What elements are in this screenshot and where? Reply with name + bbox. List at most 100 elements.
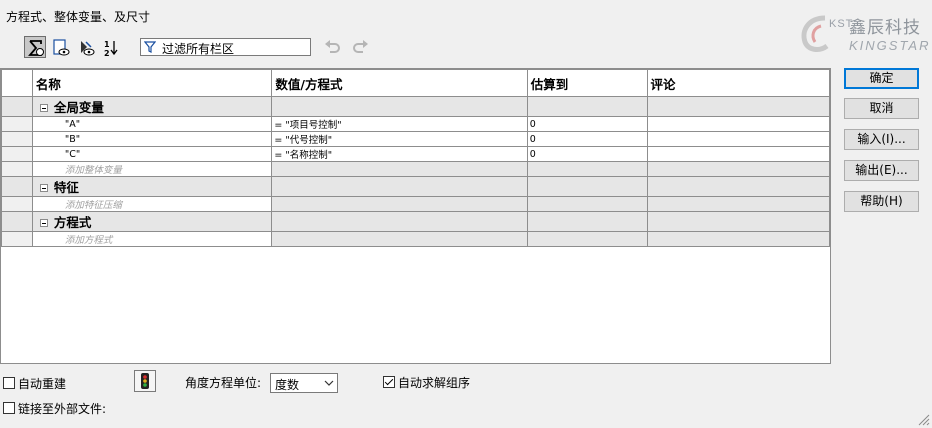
sigma-icon (28, 40, 44, 56)
add-row[interactable]: 添加整体变量 (1, 161, 830, 177)
group-name: 全局变量 (53, 100, 104, 115)
table-row[interactable]: "B" = "代号控制" 0 (1, 131, 830, 147)
svg-text:2: 2 (104, 49, 110, 57)
chevron-down-icon (324, 380, 334, 386)
add-row[interactable]: 添加方程式 (1, 231, 830, 247)
add-placeholder: 添加特征压缩 (64, 200, 122, 211)
filter-input-text: 过滤所有栏区 (162, 42, 235, 56)
link-external-label: 链接至外部文件: (18, 402, 107, 416)
resize-grip-icon[interactable] (916, 412, 930, 426)
equation-view-button[interactable] (24, 36, 46, 58)
table-row[interactable]: "C" = "名称控制" 0 (1, 146, 830, 162)
row-header[interactable] (1, 116, 33, 132)
column-header-comment[interactable]: 评论 (646, 69, 830, 97)
company-logo: KST 鑫辰科技 KINGSTAR (793, 4, 929, 60)
solve-status-button[interactable] (134, 370, 156, 392)
add-cell[interactable]: 添加方程式 (31, 231, 273, 247)
collapse-icon[interactable] (39, 104, 48, 112)
row-header[interactable] (1, 96, 33, 117)
comment-cell[interactable] (646, 146, 830, 162)
equations-grid[interactable]: 名称 数值/方程式 估算到 评论 全局变量 "A" = "项目号控制" 0 "B" = "… (0, 68, 831, 364)
filter-input[interactable]: 过滤所有栏区 (140, 38, 311, 56)
angle-unit-select[interactable]: 度数 (270, 373, 338, 393)
cancel-button[interactable]: 取消 (844, 98, 919, 119)
group-name: 特征 (53, 180, 79, 195)
add-placeholder: 添加整体变量 (64, 165, 122, 176)
logo-mark-icon (801, 15, 829, 52)
add-cell[interactable]: 添加特征压缩 (31, 196, 273, 212)
column-header-value[interactable]: 数值/方程式 (271, 69, 528, 97)
auto-rebuild-label: 自动重建 (18, 377, 67, 391)
row-header[interactable] (1, 196, 33, 212)
logo-name-en: KINGSTAR (849, 38, 931, 53)
help-button[interactable]: 帮助(H) (844, 191, 919, 212)
evaluates-cell: 0 (526, 146, 648, 162)
import-button[interactable]: 输入(I)... (844, 129, 919, 150)
redo-icon[interactable] (351, 39, 369, 55)
group-name-cell[interactable]: 全局变量 (31, 96, 273, 117)
add-row[interactable]: 添加特征压缩 (1, 196, 830, 212)
add-placeholder: 添加方程式 (64, 235, 113, 246)
row-header[interactable] (1, 211, 33, 232)
row-header[interactable] (1, 146, 33, 162)
group-value-cell (271, 176, 528, 197)
value-cell[interactable]: = "代号控制" (271, 131, 528, 147)
add-cell[interactable]: 添加整体变量 (31, 161, 273, 177)
collapse-icon[interactable] (39, 184, 48, 192)
add-evaluates-cell (526, 161, 648, 177)
sheet-view-button[interactable] (49, 36, 71, 58)
auto-solve-checkbox[interactable] (383, 376, 395, 388)
group-evaluates-cell (526, 96, 648, 117)
add-value-cell (271, 196, 528, 212)
grid-corner[interactable] (1, 69, 33, 97)
group-name-cell[interactable]: 特征 (31, 176, 273, 197)
ok-button[interactable]: 确定 (844, 68, 919, 89)
collapse-icon[interactable] (39, 219, 48, 227)
row-header[interactable] (1, 161, 33, 177)
group-row[interactable]: 全局变量 (1, 96, 830, 117)
comment-cell[interactable] (646, 131, 830, 147)
add-evaluates-cell (526, 196, 648, 212)
row-header[interactable] (1, 231, 33, 247)
evaluates-cell: 0 (526, 131, 648, 147)
evaluates-cell: 0 (526, 116, 648, 132)
table-row[interactable]: "A" = "项目号控制" 0 (1, 116, 830, 132)
comment-cell[interactable] (646, 116, 830, 132)
add-evaluates-cell (526, 231, 648, 247)
group-row[interactable]: 方程式 (1, 211, 830, 232)
auto-rebuild-checkbox[interactable] (3, 377, 15, 389)
dependency-view-button[interactable] (74, 36, 96, 58)
svg-text:1: 1 (104, 40, 110, 49)
traffic-light-icon (141, 373, 149, 389)
dependency-eye-icon (81, 41, 95, 56)
variable-name-cell[interactable]: "C" (31, 146, 273, 162)
column-header-name[interactable]: 名称 (31, 69, 273, 97)
add-value-cell (271, 231, 528, 247)
logo-name-cn: 鑫辰科技 (849, 18, 921, 38)
add-comment-cell (646, 231, 830, 247)
group-name: 方程式 (53, 215, 92, 230)
group-comment-cell (646, 211, 830, 232)
group-value-cell (271, 96, 528, 117)
group-evaluates-cell (526, 211, 648, 232)
value-cell[interactable]: = "名称控制" (271, 146, 528, 162)
undo-icon[interactable] (324, 39, 342, 55)
angle-unit-value: 度数 (275, 378, 300, 392)
group-value-cell (271, 211, 528, 232)
ordered-view-button[interactable]: 1 2 (100, 36, 122, 58)
row-header[interactable] (1, 176, 33, 197)
filter-icon (144, 41, 156, 53)
value-cell[interactable]: = "项目号控制" (271, 116, 528, 132)
add-value-cell (271, 161, 528, 177)
link-external-checkbox[interactable] (3, 402, 15, 414)
add-comment-cell (646, 196, 830, 212)
variable-name-cell[interactable]: "B" (31, 131, 273, 147)
export-button[interactable]: 输出(E)... (844, 160, 919, 181)
variable-name-cell[interactable]: "A" (31, 116, 273, 132)
group-name-cell[interactable]: 方程式 (31, 211, 273, 232)
group-row[interactable]: 特征 (1, 176, 830, 197)
column-header-evaluates[interactable]: 估算到 (526, 69, 648, 97)
ordered-list-icon: 1 2 (104, 40, 118, 57)
auto-solve-label: 自动求解组序 (398, 376, 471, 390)
row-header[interactable] (1, 131, 33, 147)
